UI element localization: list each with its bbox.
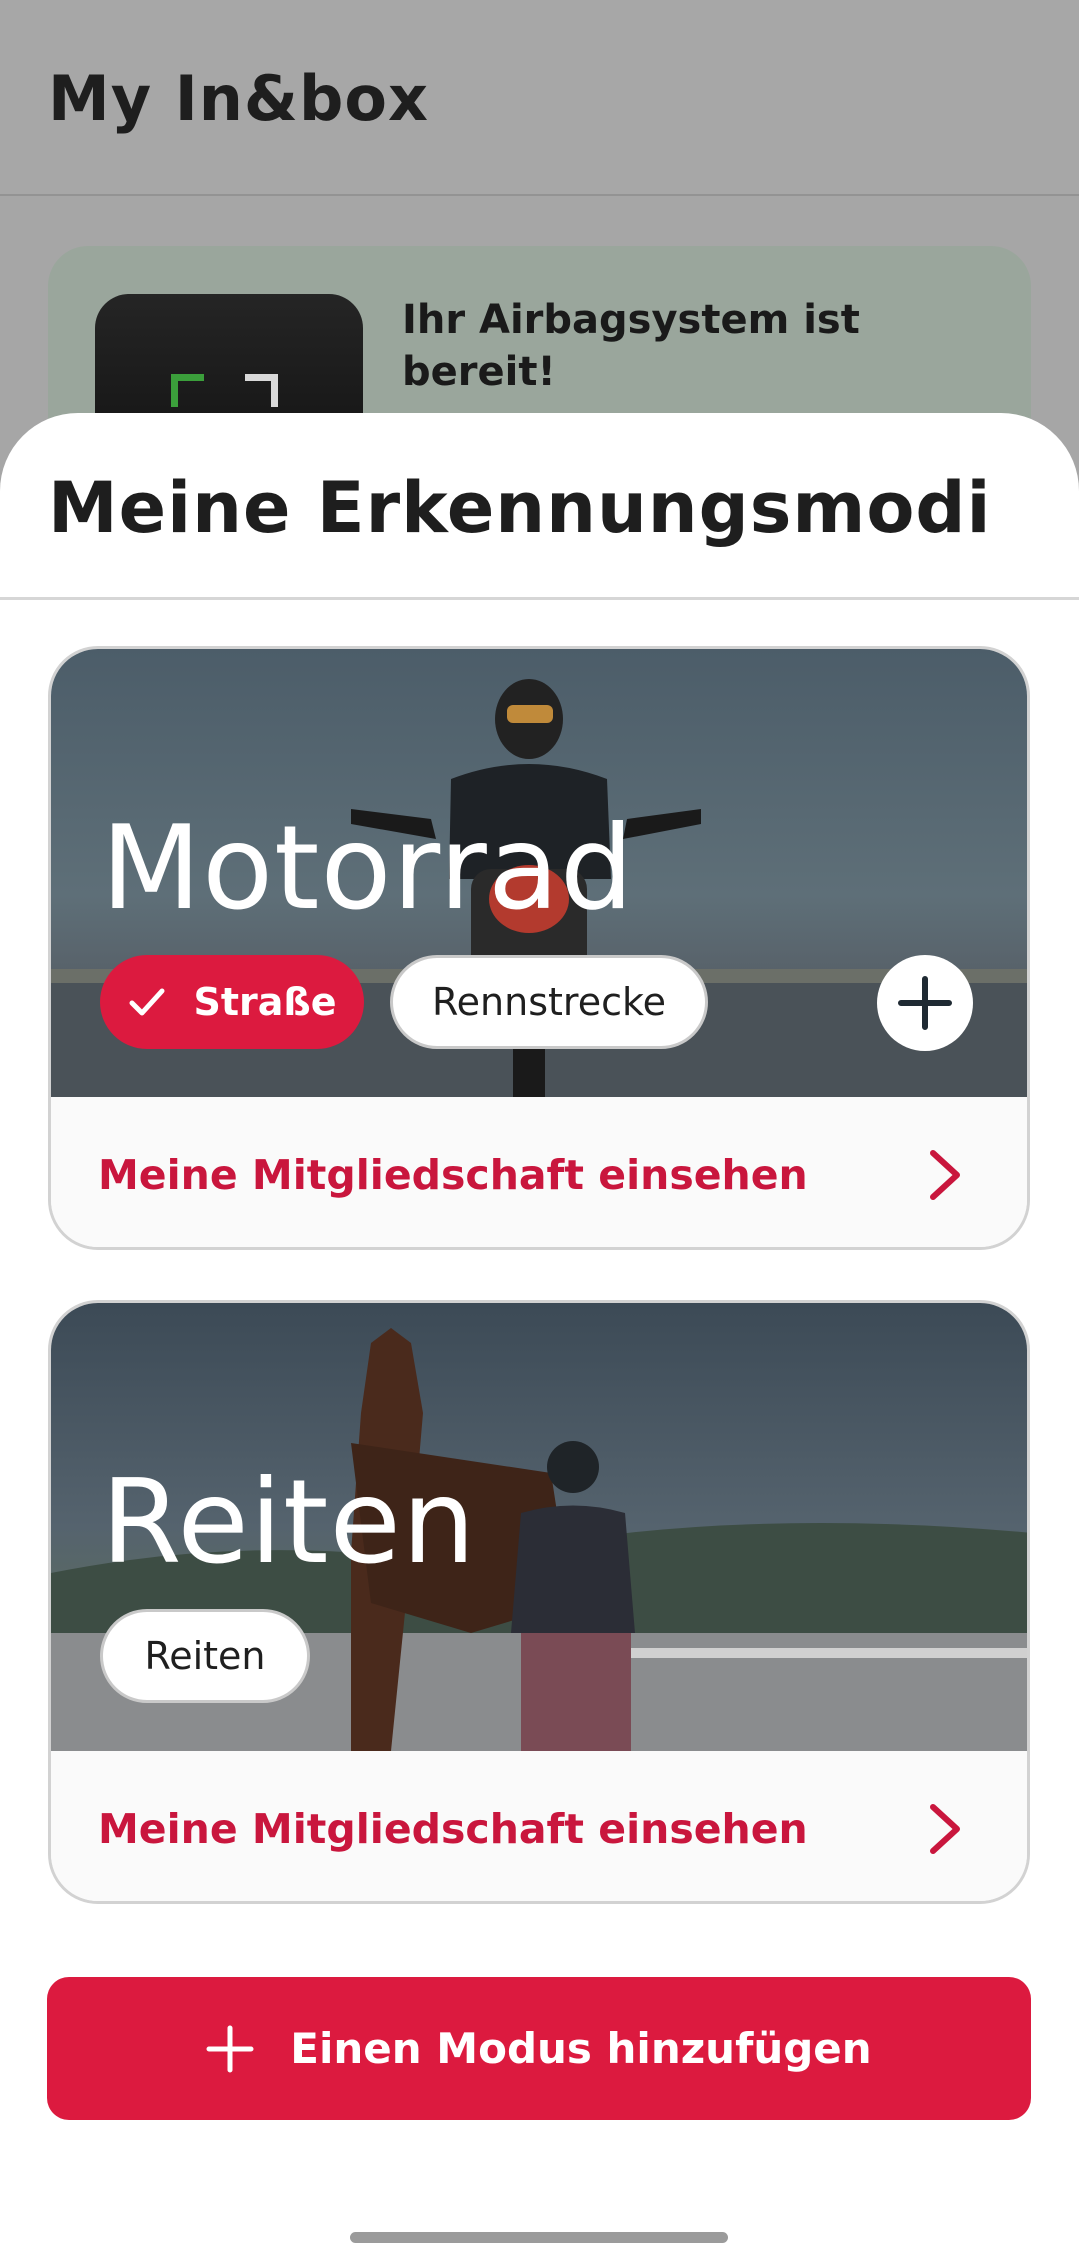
page-title: My In&box xyxy=(48,62,429,135)
mode-card-motorrad: Motorrad Straße Rennstrecke Meine Mitgli… xyxy=(48,646,1030,1250)
membership-link-motorrad[interactable]: Meine Mitgliedschaft einsehen xyxy=(51,1097,1027,1247)
add-mode-label: Einen Modus hinzufügen xyxy=(290,2024,872,2073)
chip-label: Straße xyxy=(193,980,337,1024)
chip-reiten[interactable]: Reiten xyxy=(100,1609,310,1703)
sheet-title: Meine Erkennungsmodi xyxy=(48,467,992,549)
motorcycle-photo: Motorrad Straße Rennstrecke xyxy=(51,649,1027,1097)
add-submode-button[interactable] xyxy=(877,955,973,1051)
plus-icon xyxy=(898,976,952,1030)
mode-title: Reiten xyxy=(101,1455,477,1590)
chip-rennstrecke[interactable]: Rennstrecke xyxy=(390,955,708,1049)
horse-riding-photo: Reiten Reiten xyxy=(51,1303,1027,1751)
chevron-right-icon xyxy=(930,1150,960,1200)
chip-label: Reiten xyxy=(144,1634,266,1678)
membership-link-label: Meine Mitgliedschaft einsehen xyxy=(98,1805,808,1853)
add-mode-button[interactable]: Einen Modus hinzufügen xyxy=(47,1977,1031,2120)
chip-label: Rennstrecke xyxy=(431,980,667,1024)
chip-strasse[interactable]: Straße xyxy=(100,955,364,1049)
home-indicator[interactable] xyxy=(350,2232,728,2243)
mode-card-reiten: Reiten Reiten Meine Mitgliedschaft einse… xyxy=(48,1300,1030,1904)
airbag-status-text: Ihr Airbagsystem ist bereit! xyxy=(402,297,860,395)
chevron-right-icon xyxy=(930,1804,960,1854)
mode-title: Motorrad xyxy=(101,801,635,936)
app-header: My In&box xyxy=(0,0,1079,196)
plus-icon xyxy=(206,2025,254,2072)
membership-link-reiten[interactable]: Meine Mitgliedschaft einsehen xyxy=(51,1751,1027,1901)
divider xyxy=(0,597,1079,600)
check-icon xyxy=(129,988,165,1016)
membership-link-label: Meine Mitgliedschaft einsehen xyxy=(98,1151,808,1199)
